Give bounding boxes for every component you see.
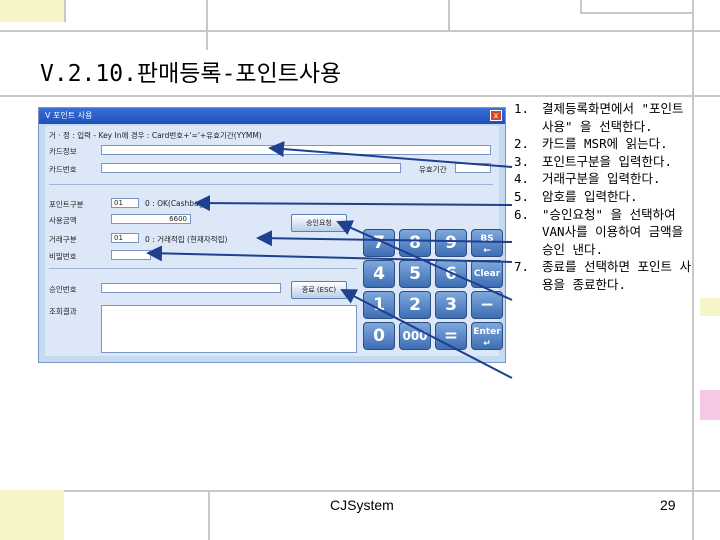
list-item: 6. "승인요청" 을 선택하여 VAN사를 이용하여 금액을 승인 낸다. [514, 206, 684, 257]
result-memo[interactable] [101, 305, 357, 353]
point-type-description: 0 : OK(Cashbag) [145, 199, 207, 208]
decor-line [0, 30, 720, 32]
backspace-button[interactable]: BS ← [471, 229, 503, 257]
minus-button[interactable]: − [471, 291, 503, 319]
enter-arrow-icon: ↵ [483, 339, 491, 349]
equals-button[interactable]: = [435, 322, 467, 350]
page-number: 29 [660, 497, 676, 513]
approve-request-button[interactable]: 승인요청 [291, 214, 347, 232]
footer-box [208, 490, 694, 540]
divider [49, 184, 493, 185]
list-item: 3. 포인트구분을 입력한다. [514, 153, 673, 169]
list-item: 2. 카드를 MSR에 읽는다. [514, 136, 668, 152]
memo-label: 조회결과 [49, 307, 77, 316]
keypad-8-button[interactable]: 8 [399, 229, 431, 257]
point-use-window: V 포인트 사용 x 거 · 정 : 입력 - Key In에 경우 : Car… [38, 107, 506, 363]
password-input[interactable] [111, 250, 151, 260]
decor-block [700, 298, 720, 316]
clear-button[interactable]: Clear [471, 260, 503, 288]
keypad-5-button[interactable]: 5 [399, 260, 431, 288]
window-title: V 포인트 사용 [45, 111, 93, 120]
point-type-input[interactable]: 01 [111, 198, 139, 208]
approval-number-label: 승인번호 [49, 285, 77, 294]
exit-button[interactable]: 종료 (ESC) [291, 281, 347, 299]
expiry-input[interactable] [455, 163, 491, 173]
close-icon[interactable]: x [490, 110, 502, 121]
decor-block [700, 390, 720, 420]
trade-type-label: 거래구분 [49, 235, 77, 244]
decor-block [0, 0, 66, 22]
approval-number-input[interactable] [101, 283, 281, 293]
keypad-000-button[interactable]: 000 [399, 322, 431, 350]
list-item: 4. 거래구분을 입력한다. [514, 171, 661, 187]
window-body: 거 · 정 : 입력 - Key In에 경우 : Card번호+'='+유효기… [45, 126, 503, 356]
decor-line [0, 95, 720, 97]
password-label: 비밀번호 [49, 252, 77, 261]
card-number-input[interactable] [101, 163, 401, 173]
step-list: 1. 결제등록화면에서 "포인트 사용" 을 선택한다. 2. 카드를 MSR에 읽… [514, 100, 694, 294]
footer-company: CJSystem [330, 497, 394, 513]
slide-title: V.2.10.판매등록-포인트사용 [40, 61, 342, 87]
enter-button[interactable]: Enter ↵ [471, 322, 503, 350]
backspace-label: BS [480, 234, 494, 244]
list-item: 1. 결제등록화면에서 "포인트 사용" 을 선택한다. [514, 101, 684, 134]
list-item: 5. 암호를 입력한다. [514, 188, 638, 204]
window-titlebar: V 포인트 사용 x [39, 108, 505, 124]
keypad-4-button[interactable]: 4 [363, 260, 395, 288]
expiry-label: 유효기간 [419, 165, 447, 174]
keypad-2-button[interactable]: 2 [399, 291, 431, 319]
keypad-6-button[interactable]: 6 [435, 260, 467, 288]
point-type-label: 포인트구분 [49, 200, 84, 209]
card-info-input[interactable] [101, 145, 491, 155]
decor-block [0, 490, 64, 540]
keypad-7-button[interactable]: 7 [363, 229, 395, 257]
decor-block [580, 0, 694, 14]
keypad-9-button[interactable]: 9 [435, 229, 467, 257]
enter-label: Enter [473, 327, 501, 337]
trade-type-input[interactable]: 01 [111, 233, 139, 243]
use-amount-input[interactable]: 6600 [111, 214, 191, 224]
backspace-arrow-icon: ← [483, 246, 491, 256]
list-item: 7. 종료를 선택하면 포인트 사용을 종료한다. [514, 259, 692, 292]
card-number-label: 카드번호 [49, 165, 77, 174]
card-info-label: 카드정보 [49, 147, 77, 156]
keypad-1-button[interactable]: 1 [363, 291, 395, 319]
instruction-text: 거 · 정 : 입력 - Key In에 경우 : Card번호+'='+유효기… [49, 131, 262, 140]
use-amount-label: 사용금액 [49, 216, 77, 225]
keypad-0-button[interactable]: 0 [363, 322, 395, 350]
decor-line [206, 0, 208, 50]
trade-type-description: 0 : 거래적립 (현재자적립) [145, 235, 228, 244]
divider [49, 268, 357, 269]
keypad-3-button[interactable]: 3 [435, 291, 467, 319]
